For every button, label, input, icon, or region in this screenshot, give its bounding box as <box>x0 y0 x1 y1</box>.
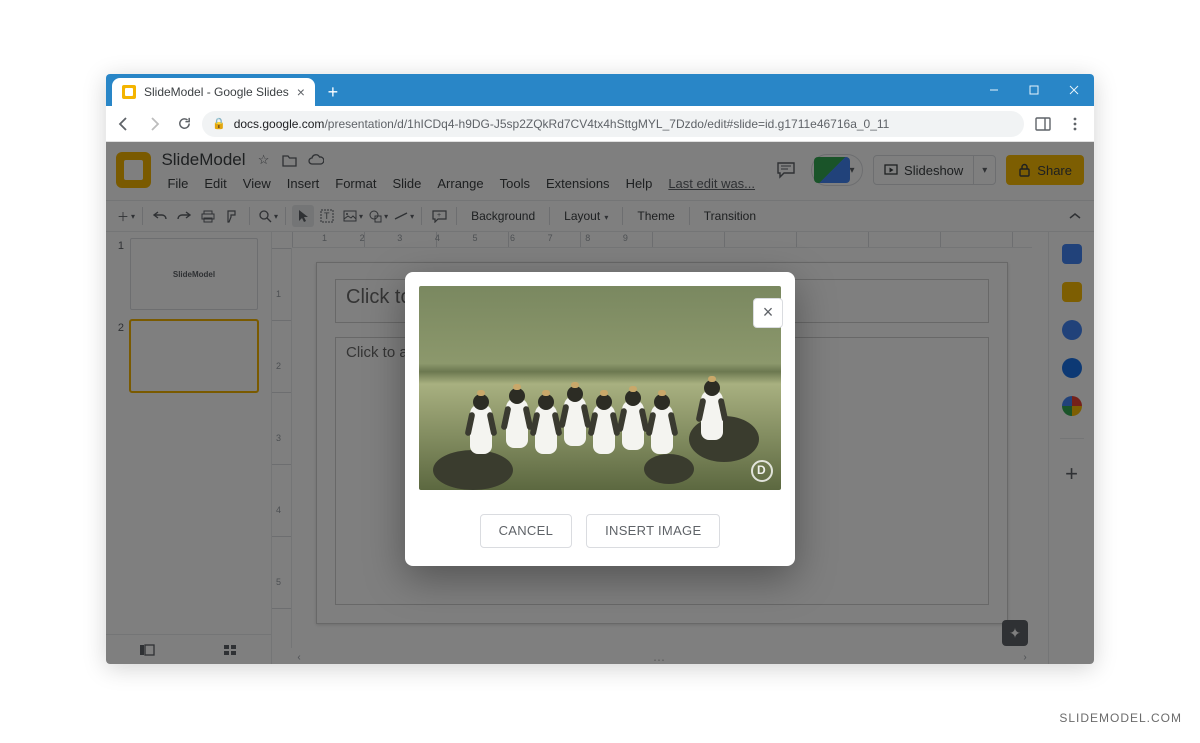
browser-window: SlideModel - Google Slides × + 🔒 docs.go… <box>106 74 1094 664</box>
url-input[interactable]: 🔒 docs.google.com/presentation/d/1hICDq4… <box>202 111 1024 137</box>
new-tab-button[interactable]: + <box>321 80 345 104</box>
window-close-button[interactable] <box>1054 74 1094 106</box>
close-tab-icon[interactable]: × <box>297 84 305 100</box>
chrome-address-bar: 🔒 docs.google.com/presentation/d/1hICDq4… <box>106 106 1094 142</box>
modal-close-button[interactable]: × <box>753 298 783 328</box>
nav-back-button[interactable] <box>112 112 136 136</box>
chrome-menu-button[interactable] <box>1062 111 1088 137</box>
slides-favicon-icon <box>122 85 136 99</box>
side-panel-toggle-icon[interactable] <box>1030 111 1056 137</box>
page-watermark: SLIDEMODEL.COM <box>1059 711 1182 725</box>
chrome-titlebar: SlideModel - Google Slides × + <box>106 74 1094 106</box>
nav-reload-button[interactable] <box>172 112 196 136</box>
lock-icon: 🔒 <box>212 117 226 130</box>
insert-image-modal: × CANCEL INSERT IMAGE <box>405 272 795 566</box>
discovery-watermark-icon <box>751 460 773 482</box>
url-path: /presentation/d/1hICDq4-h9DG-J5sp2ZQkRd7… <box>324 117 889 131</box>
window-minimize-button[interactable] <box>974 74 1014 106</box>
window-controls <box>974 74 1094 106</box>
tab-title: SlideModel - Google Slides <box>144 85 289 99</box>
insert-image-button[interactable]: INSERT IMAGE <box>586 514 720 548</box>
window-maximize-button[interactable] <box>1014 74 1054 106</box>
image-preview <box>419 286 781 490</box>
nav-forward-button[interactable] <box>142 112 166 136</box>
url-host: docs.google.com <box>234 117 325 131</box>
browser-tab[interactable]: SlideModel - Google Slides × <box>112 78 315 106</box>
cancel-button[interactable]: CANCEL <box>480 514 573 548</box>
slides-app: SlideModel ☆ File Edit View Insert Forma… <box>106 142 1094 664</box>
